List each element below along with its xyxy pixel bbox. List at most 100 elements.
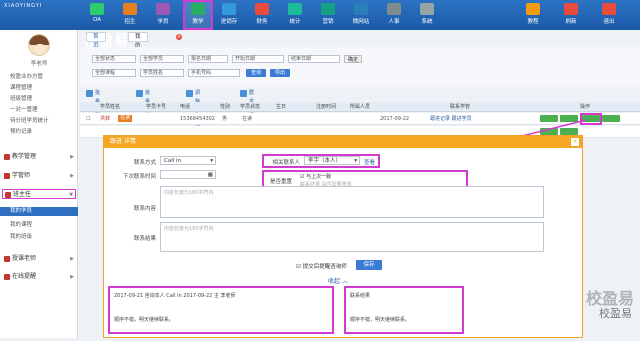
remind-checkbox[interactable]: ☑ 提交后提醒咨询师 — [296, 262, 347, 270]
student-name[interactable]: 洪菲 — [100, 113, 110, 125]
next-contact-label: 下次联系时间 — [122, 174, 156, 180]
confirm-button[interactable]: 确定 — [344, 55, 362, 63]
nav-item-10[interactable]: 系统 — [414, 2, 440, 28]
record-note: 顺序不错，明天继续联系。 — [114, 317, 175, 323]
sync-label: 是否重置 — [269, 179, 292, 185]
action-button[interactable] — [602, 115, 620, 122]
sidebar-item[interactable]: 一对一管理 — [10, 105, 38, 113]
sidebar-section-class-teacher[interactable]: 班主任 ▼ — [2, 189, 76, 199]
result-textarea[interactable]: 内容长度为180字符内 — [160, 222, 544, 252]
nav-label: 学员 — [157, 19, 169, 25]
chevron-right-icon: ▶ — [70, 173, 74, 179]
student-icon — [156, 3, 170, 15]
sync-checkbox[interactable]: ☑ 与上次一致 — [300, 173, 331, 180]
nav-item-4[interactable]: 进销存 — [216, 2, 242, 28]
status-badge: 在读 — [118, 115, 133, 122]
nav-item-3[interactable]: 教学 — [183, 0, 213, 30]
column-header: 电话 — [180, 104, 191, 110]
avatar — [28, 34, 50, 56]
folder-icon — [4, 256, 10, 262]
related-contact-select[interactable]: 李宇（本人） ▾ — [304, 156, 360, 165]
adjust-advisor-button[interactable]: 调整学管师 — [186, 89, 200, 132]
sidebar-section-advisor[interactable]: 学管师 ▶ — [2, 171, 76, 181]
close-icon[interactable]: × — [571, 138, 579, 146]
nav-item-2[interactable]: 学员 — [150, 2, 176, 28]
batch-transfer-button[interactable]: 批量转班 — [136, 89, 150, 123]
sidebar-item[interactable]: 校盈业办方管 — [10, 72, 43, 80]
column-header: 所属人员 — [350, 104, 371, 110]
nav-item-5[interactable]: 财务 — [249, 2, 275, 28]
gender-cell: 男 — [222, 116, 228, 122]
row-checkbox[interactable]: ☐ — [86, 113, 90, 125]
close-tab-icon[interactable]: × — [176, 34, 182, 40]
content-textarea[interactable]: 内容长度为180字符内 — [160, 186, 544, 218]
phone-cell: 15368454302 — [180, 116, 215, 122]
sidebar-section-teacher[interactable]: 授课老师 ▶ — [2, 254, 76, 264]
contact-method-select[interactable]: Call in ▾ — [160, 156, 216, 165]
app-logo: 校盈易 XIAOYINGYI — [4, 3, 128, 49]
folder-icon — [5, 192, 11, 198]
nav-item-8[interactable]: 微网站 — [348, 2, 374, 28]
status-select[interactable]: 全部状态 — [92, 55, 136, 63]
sidebar-item-my-courses[interactable]: 我的课程 — [10, 220, 32, 228]
sidebar-item[interactable]: 待分班学员统计 — [10, 116, 49, 124]
end-date-input[interactable]: 结束日期 — [288, 55, 340, 63]
send-sms-button[interactable]: 群发短信 — [240, 89, 254, 123]
next-contact-input[interactable]: ▦ — [160, 170, 216, 179]
record-result-title: 联系结果 — [350, 293, 371, 299]
sidebar-item-my-students[interactable]: 我的学员 — [0, 207, 78, 216]
website-icon — [354, 3, 368, 15]
nav-label: 招生 — [124, 19, 136, 25]
nav-item-6[interactable]: 统计 — [282, 2, 308, 28]
batch-delete-button[interactable]: 批量删除 — [86, 89, 100, 123]
sms-icon — [240, 90, 247, 97]
name-input[interactable]: 学员姓名 — [140, 69, 184, 77]
view-button[interactable]: 查看 — [364, 158, 375, 166]
nav-logout[interactable]: 退出 — [596, 2, 622, 28]
nav-label: 财务 — [256, 19, 268, 25]
collapse-toggle[interactable]: 收起 ︿ — [328, 276, 348, 285]
search-button[interactable]: 查询 — [246, 69, 266, 77]
save-button[interactable]: 保存 — [356, 260, 382, 270]
start-date-input[interactable]: 开始日期 — [232, 55, 284, 63]
sidebar-item[interactable]: 班级管理 — [10, 94, 32, 102]
sidebar: 李老师 校盈业办方管 课程管理 班级管理 一对一管理 待分班学员统计 预约记录 … — [0, 30, 78, 338]
sidebar-item[interactable]: 预约记录 — [10, 127, 32, 135]
phone-input[interactable]: 手机号码 — [188, 69, 240, 77]
nav-item-7[interactable]: 营销 — [315, 2, 341, 28]
marketing-icon — [321, 3, 335, 15]
tab-my-students[interactable]: 我的学员 — [128, 32, 148, 67]
column-header: 性别 — [220, 104, 231, 110]
column-header: 学员卡号 — [146, 104, 167, 110]
logout-icon — [602, 3, 616, 15]
chevron-down-icon: ▾ — [210, 158, 213, 164]
folder-icon — [4, 173, 10, 179]
record-result-note: 顺序不错，明天继续联系。 — [350, 317, 411, 323]
nav-label: 进销存 — [220, 19, 238, 25]
nav-tutorial[interactable]: 教程 — [520, 2, 546, 28]
column-header: 学员姓名 — [100, 104, 121, 110]
student-select[interactable]: 全部学员 — [140, 55, 184, 63]
dialog-title: 跟进 详情 — [110, 138, 136, 145]
date-cell: 2017-09-22 — [380, 116, 410, 122]
sidebar-section-reminder[interactable]: 在线提醒 ▶ — [2, 272, 76, 282]
course-select[interactable]: 全部课程 — [92, 69, 136, 77]
stats-icon — [288, 3, 302, 15]
sidebar-item[interactable]: 课程管理 — [10, 83, 32, 91]
transfer-icon — [136, 90, 143, 97]
nav-item-0[interactable]: OA — [84, 2, 110, 28]
inventory-icon — [222, 3, 236, 15]
record-summary: 2017-09-21 咨询本人 Call in 2017-09-22 主 李老师 — [114, 293, 236, 299]
column-header: 操作 — [580, 104, 591, 110]
nav-refresh[interactable]: 刷新 — [558, 2, 584, 28]
column-header: 注册时间 — [316, 104, 337, 110]
export-button[interactable]: 导出 — [270, 69, 290, 77]
nav-item-9[interactable]: 人事 — [381, 2, 407, 28]
date-type-select[interactable]: 报名日期 — [188, 55, 228, 63]
nav-item-1[interactable]: 招生 — [117, 2, 143, 28]
sidebar-item-my-classes[interactable]: 我的班级 — [10, 232, 32, 240]
chevron-right-icon: ▶ — [70, 274, 74, 280]
sidebar-section-teaching[interactable]: 教学管理 ▶ — [2, 152, 76, 162]
tab-home[interactable]: 首页 — [86, 32, 106, 49]
nav-label: 微网站 — [352, 19, 370, 25]
